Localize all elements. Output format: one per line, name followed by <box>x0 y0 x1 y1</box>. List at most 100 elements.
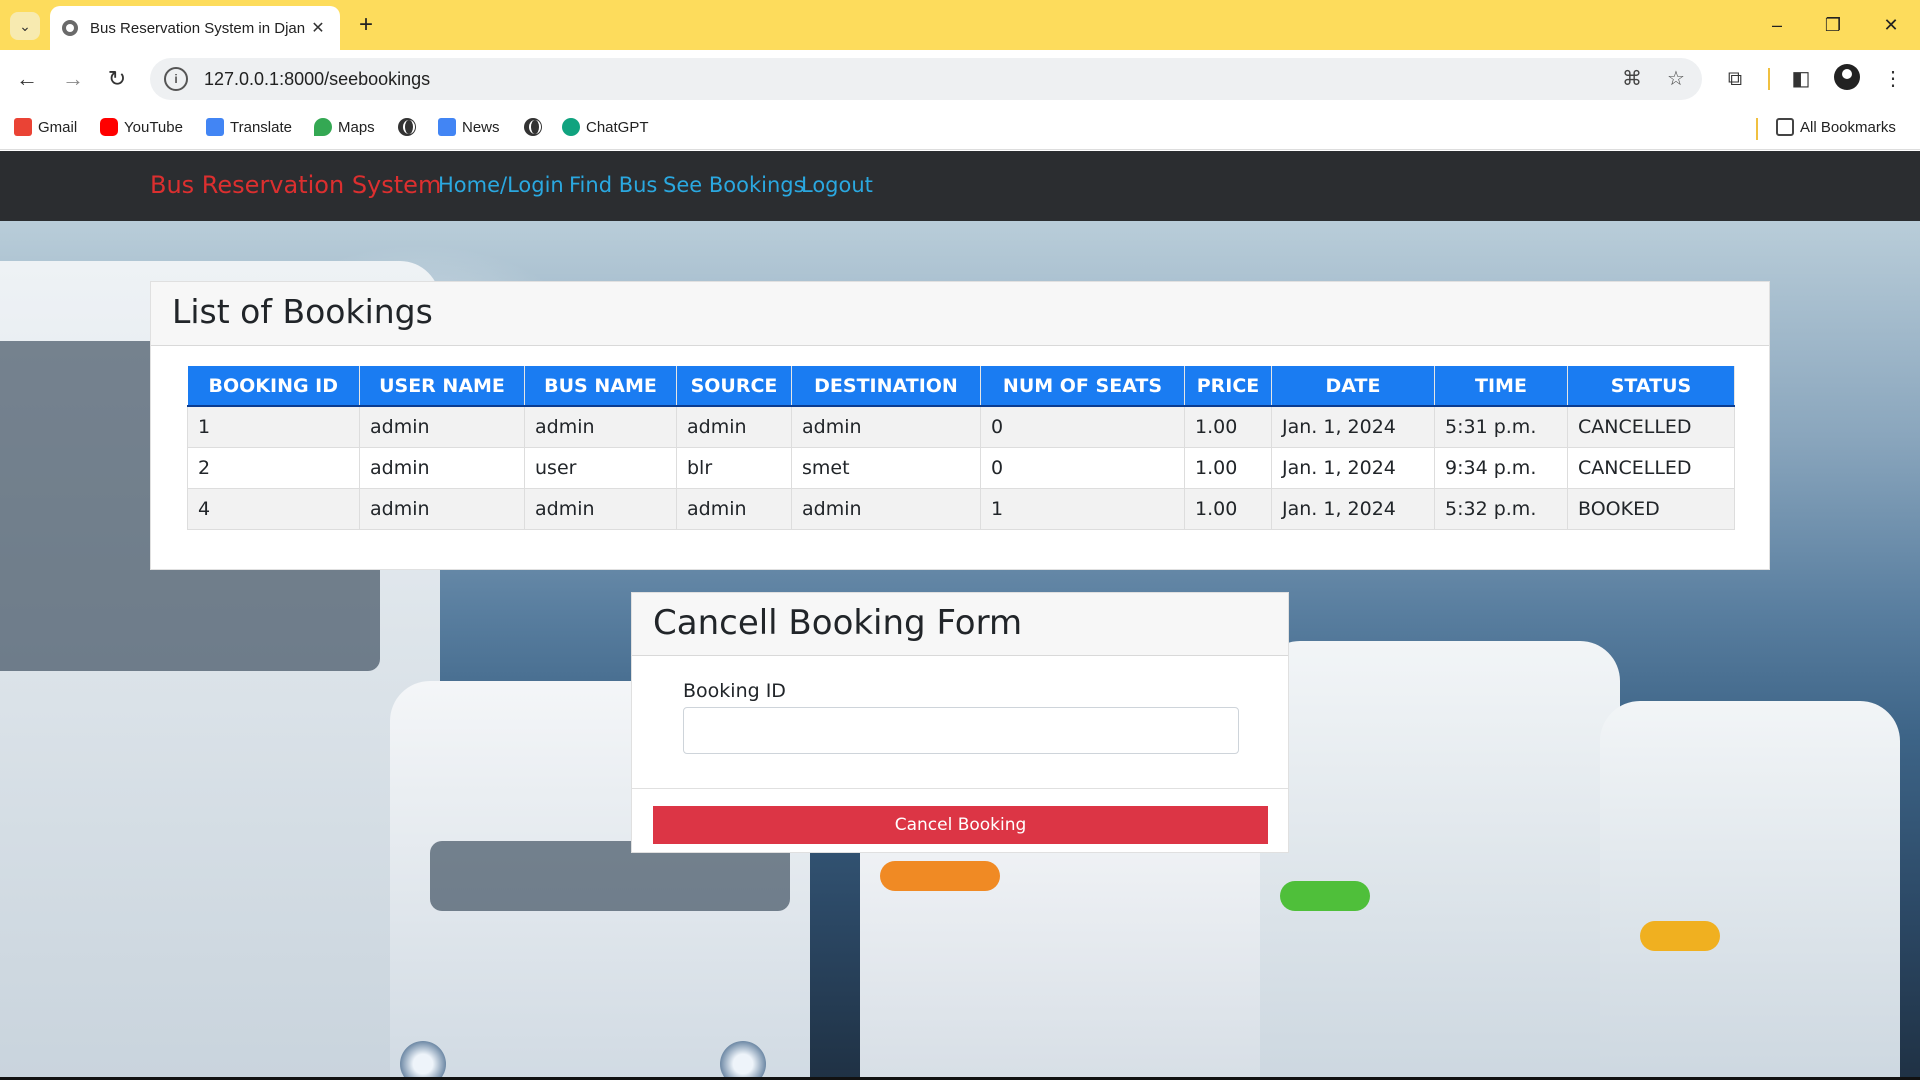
bookmarks-bar: Gmail YouTube Translate Maps News ChatGP… <box>0 108 1920 150</box>
chatgpt-icon <box>562 118 580 136</box>
cell-bus-name: admin <box>524 487 677 530</box>
col-bus-name[interactable]: BUS NAME <box>524 366 677 407</box>
new-tab-button[interactable]: + <box>352 12 380 40</box>
yellow-stripe <box>1640 921 1720 951</box>
app-navbar: Bus Reservation System Home/Login Find B… <box>0 151 1920 221</box>
table-body: 1 admin admin admin admin 0 1.00 Jan. 1,… <box>187 405 1735 530</box>
bookmark-label: Maps <box>338 118 375 136</box>
green-stripe <box>1280 881 1370 911</box>
form-divider <box>632 788 1288 789</box>
bookmark-news[interactable]: News <box>438 118 500 136</box>
star-icon[interactable]: ☆ <box>1664 67 1688 91</box>
tab-title: Bus Reservation System in Djan <box>90 19 306 37</box>
close-icon[interactable]: ✕ <box>308 18 328 38</box>
news-icon <box>438 118 456 136</box>
col-time[interactable]: TIME <box>1434 366 1568 407</box>
all-bookmarks-button[interactable]: All Bookmarks <box>1776 118 1896 136</box>
bookmark-translate[interactable]: Translate <box>206 118 292 136</box>
bookmark-label: YouTube <box>124 118 183 136</box>
minimize-icon: – <box>1771 15 1782 35</box>
cancel-booking-button[interactable]: Cancel Booking <box>653 806 1268 844</box>
address-bar[interactable]: i 127.0.0.1:8000/seebookings ⌘ ☆ <box>150 58 1702 100</box>
cell-num-seats: 0 <box>980 446 1185 489</box>
bookings-table-wrapper: BOOKING ID USER NAME BUS NAME SOURCE DES… <box>187 366 1735 530</box>
headlight <box>400 1041 446 1080</box>
globe-icon <box>398 118 416 136</box>
side-panel-icon[interactable]: ◧ <box>1786 64 1816 94</box>
cell-bus-name: admin <box>524 405 677 448</box>
youtube-icon <box>100 118 118 136</box>
cell-status: CANCELLED <box>1567 405 1735 448</box>
col-num-of-seats[interactable]: NUM OF SEATS <box>980 366 1185 407</box>
bookmark-label: News <box>462 118 500 136</box>
cell-num-seats: 1 <box>980 487 1185 530</box>
cell-user-name: admin <box>359 405 525 448</box>
cell-user-name: admin <box>359 487 525 530</box>
toolbar-divider <box>1768 68 1770 90</box>
restore-icon: ❐ <box>1824 15 1842 35</box>
extensions-icon[interactable]: ⧉ <box>1720 64 1750 94</box>
cell-num-seats: 0 <box>980 405 1185 448</box>
back-button[interactable]: ← <box>12 64 42 94</box>
bookings-card: List of Bookings BOOKING ID USER NAME BU… <box>150 281 1770 570</box>
col-user-name[interactable]: USER NAME <box>359 366 525 407</box>
nav-see-bookings[interactable]: See Bookings <box>663 173 805 197</box>
globe-icon <box>524 118 542 136</box>
profile-avatar[interactable] <box>1834 64 1860 90</box>
cell-price: 1.00 <box>1184 487 1272 530</box>
globe-icon <box>62 20 78 36</box>
translate-icon[interactable]: ⌘ <box>1620 67 1644 91</box>
cell-source: admin <box>676 487 792 530</box>
bookmark-globe-1[interactable] <box>398 118 416 136</box>
cell-destination: smet <box>791 446 981 489</box>
page-viewport: Bus Reservation System Home/Login Find B… <box>0 151 1920 1080</box>
forward-button[interactable]: → <box>58 64 88 94</box>
close-window-button[interactable]: ✕ <box>1866 10 1916 40</box>
minimize-button[interactable]: – <box>1752 10 1802 40</box>
cell-time: 5:31 p.m. <box>1434 405 1568 448</box>
col-booking-id[interactable]: BOOKING ID <box>187 366 360 407</box>
cell-time: 5:32 p.m. <box>1434 487 1568 530</box>
tab-search-button[interactable]: ⌄ <box>10 12 40 40</box>
cell-user-name: admin <box>359 446 525 489</box>
col-status[interactable]: STATUS <box>1567 366 1735 407</box>
site-info-icon[interactable]: i <box>164 67 188 91</box>
restore-button[interactable]: ❐ <box>1808 10 1858 40</box>
cell-booking-id: 1 <box>187 405 360 448</box>
bookmark-chatgpt[interactable]: ChatGPT <box>562 118 649 136</box>
booking-id-input[interactable] <box>683 707 1239 754</box>
brand-link[interactable]: Bus Reservation System <box>150 171 441 199</box>
cell-price: 1.00 <box>1184 446 1272 489</box>
browser-tab-active[interactable]: Bus Reservation System in Djan ✕ <box>50 6 340 50</box>
maps-icon <box>314 118 332 136</box>
browser-tab-bar: ⌄ Bus Reservation System in Djan ✕ + – ❐… <box>0 0 1920 50</box>
col-price[interactable]: PRICE <box>1184 366 1272 407</box>
cell-destination: admin <box>791 487 981 530</box>
bookings-table: BOOKING ID USER NAME BUS NAME SOURCE DES… <box>187 366 1735 530</box>
orange-stripe <box>880 861 1000 891</box>
bookmark-youtube[interactable]: YouTube <box>100 118 183 136</box>
browser-toolbar: ← → ↻ i 127.0.0.1:8000/seebookings ⌘ ☆ ⧉… <box>0 50 1920 108</box>
col-destination[interactable]: DESTINATION <box>791 366 981 407</box>
bookmark-label: ChatGPT <box>586 118 649 136</box>
bookings-title: List of Bookings <box>172 292 433 331</box>
col-source[interactable]: SOURCE <box>676 366 792 407</box>
nav-logout[interactable]: Logout <box>801 173 873 197</box>
bookmark-globe-2[interactable] <box>524 118 542 136</box>
bookmark-label: Gmail <box>38 118 78 136</box>
bookmark-maps[interactable]: Maps <box>314 118 375 136</box>
reload-button[interactable]: ↻ <box>102 64 132 94</box>
table-row: 1 admin admin admin admin 0 1.00 Jan. 1,… <box>187 405 1735 448</box>
url-text: 127.0.0.1:8000/seebookings <box>204 68 431 89</box>
nav-find-bus[interactable]: Find Bus <box>569 173 657 197</box>
bookings-card-header: List of Bookings <box>151 282 1769 346</box>
translate-icon <box>206 118 224 136</box>
bookmark-gmail[interactable]: Gmail <box>14 118 77 136</box>
col-date[interactable]: DATE <box>1271 366 1435 407</box>
cell-booking-id: 2 <box>187 446 360 489</box>
cell-source: blr <box>676 446 792 489</box>
nav-home-login[interactable]: Home/Login <box>438 173 564 197</box>
booking-id-label: Booking ID <box>683 680 786 702</box>
arrow-left-icon: ← <box>16 66 38 91</box>
menu-icon[interactable]: ⋮ <box>1878 64 1908 94</box>
